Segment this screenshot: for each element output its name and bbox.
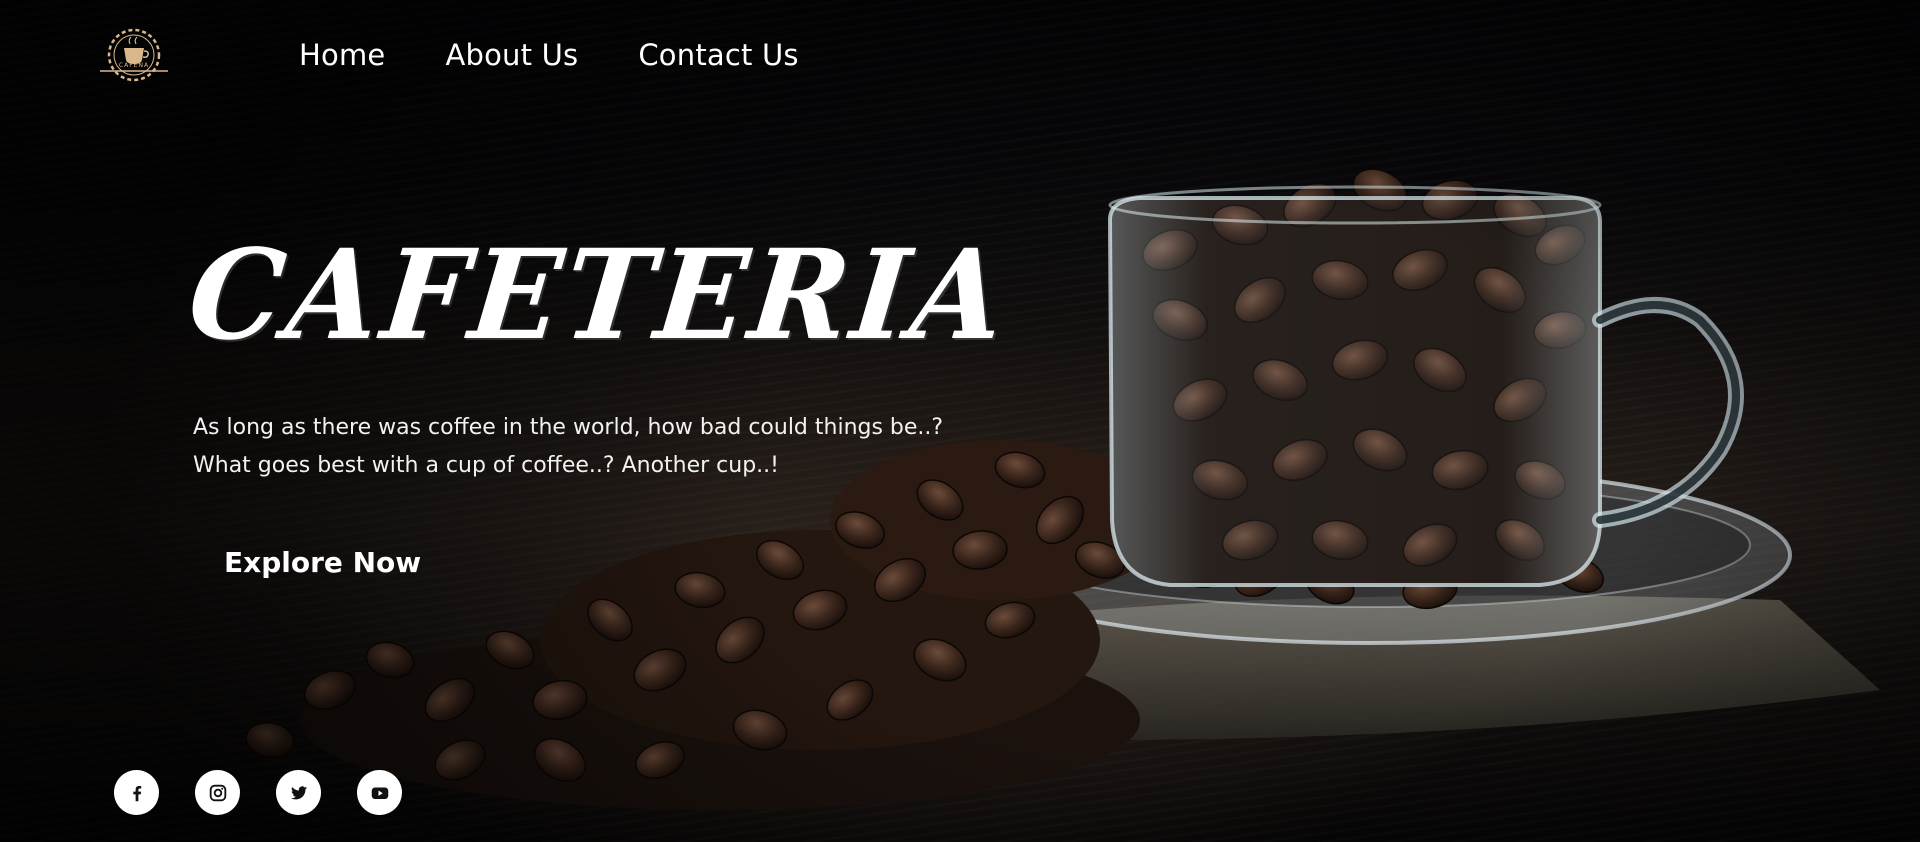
nav-home-link[interactable]: Home [299,38,385,72]
logo-gear-cup-icon [100,28,168,82]
logo-text: CAFENA [118,62,150,69]
main-nav: Home About Us Contact Us [299,38,859,72]
hero-title: Cafeteria [182,221,1016,368]
facebook-link[interactable] [114,770,159,815]
social-links [114,770,438,815]
instagram-link[interactable] [195,770,240,815]
instagram-icon [209,784,226,801]
twitter-icon [290,785,307,799]
explore-now-button[interactable]: Explore Now [208,538,437,587]
youtube-link[interactable] [357,770,402,815]
twitter-link[interactable] [276,770,321,815]
tagline-line-2: What goes best with a cup of coffee..? A… [193,453,779,478]
nav-contact-link[interactable]: Contact Us [638,38,798,72]
youtube-icon [371,787,388,799]
hero-tagline: As long as there was coffee in the world… [193,409,953,485]
brand-logo[interactable]: CAFENA [96,22,172,88]
nav-about-link[interactable]: About Us [445,38,578,72]
tagline-line-1: As long as there was coffee in the world… [193,415,944,440]
facebook-icon [132,785,141,801]
